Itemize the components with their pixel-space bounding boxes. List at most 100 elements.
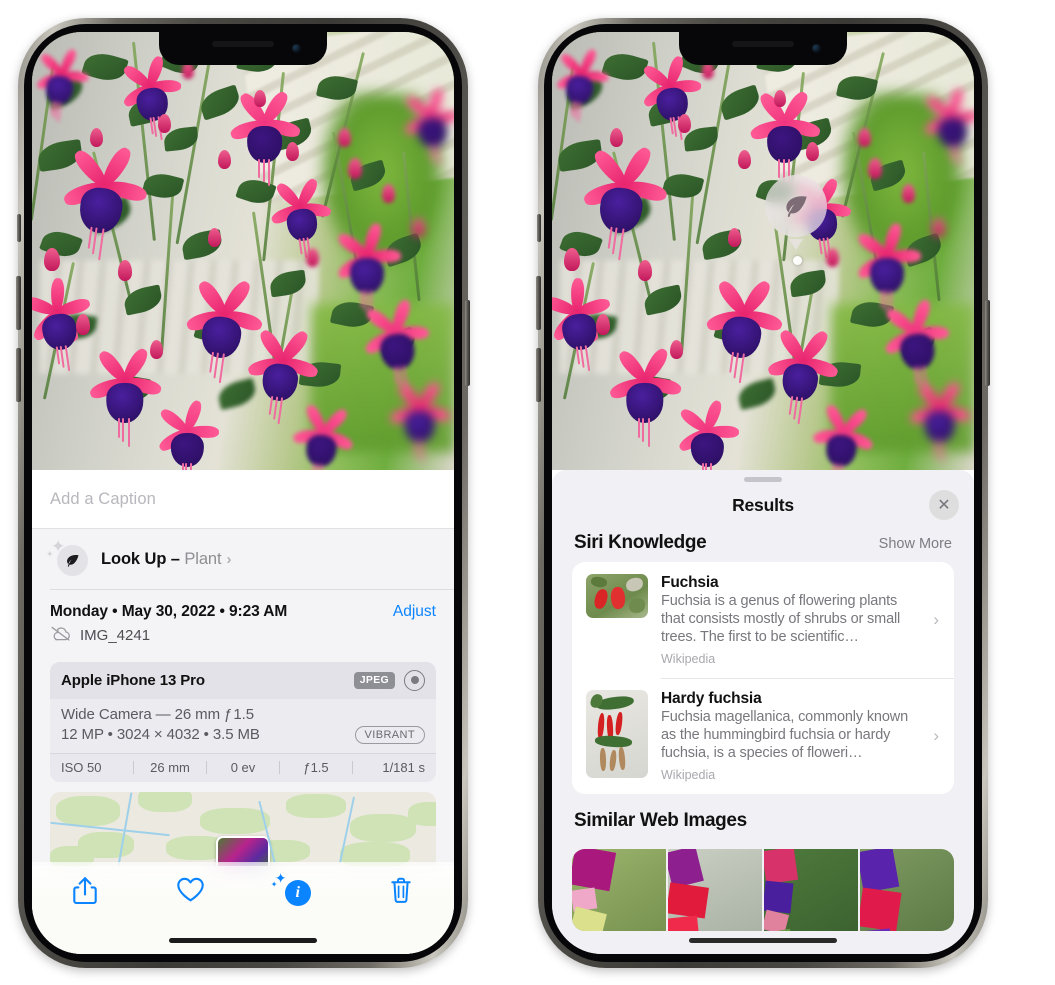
photographic-style-badge: VIBRANT <box>354 725 425 744</box>
siri-knowledge-header: Siri Knowledge Show More <box>552 528 974 562</box>
thumbnail-detail <box>599 748 606 772</box>
thumbnail-detail <box>624 576 645 593</box>
chevron-right-icon: › <box>933 609 939 629</box>
chevron-right-icon: › <box>933 726 939 746</box>
thumbnail-detail <box>668 882 710 920</box>
favorite-button[interactable] <box>138 876 244 908</box>
similar-web-images-header: Similar Web Images <box>552 794 974 840</box>
volume-down-button[interactable] <box>536 348 541 402</box>
screen-left: Add a Caption ✦ ✦ Look Up – Plant › Mond… <box>32 32 454 954</box>
volume-up-button[interactable] <box>536 276 541 330</box>
thumbnail-detail <box>618 746 627 770</box>
knowledge-card: Fuchsia Fuchsia is a genus of flowering … <box>572 562 954 795</box>
mute-switch[interactable] <box>17 214 21 242</box>
camera-card-body: Wide Camera — 26 mm ƒ 1.5 12 MP • 3024 ×… <box>50 698 436 753</box>
photo-viewer[interactable] <box>552 32 974 470</box>
thumbnail-detail <box>572 906 607 932</box>
look-up-text: Look Up – <box>101 549 185 568</box>
thumbnail-detail <box>592 587 610 611</box>
thumbnail-detail <box>590 574 608 589</box>
power-button[interactable] <box>465 300 470 386</box>
thumbnail-detail <box>764 909 789 932</box>
front-camera-icon <box>812 44 821 53</box>
knowledge-row[interactable]: Fuchsia Fuchsia is a genus of flowering … <box>572 562 954 678</box>
file-row: IMG_4241 <box>50 626 436 646</box>
lens-info: Wide Camera — 26 mm ƒ 1.5 <box>61 705 254 723</box>
notch <box>679 32 847 65</box>
metadata-header: Monday • May 30, 2022 • 9:23 AM Adjust <box>50 603 436 621</box>
thumbnail-detail <box>860 887 903 932</box>
map-terrain-patch <box>350 813 416 842</box>
share-icon <box>72 876 98 911</box>
mute-switch[interactable] <box>537 214 541 242</box>
thumbnail-detail <box>628 596 647 614</box>
map-terrain-patch <box>286 793 346 818</box>
map-terrain-patch <box>138 791 192 812</box>
visual-lookup-badge[interactable] <box>765 175 827 250</box>
sparkle-small-icon: ✦ <box>46 549 54 559</box>
map-terrain-patch <box>200 807 270 834</box>
knowledge-row[interactable]: Hardy fuchsia Fuchsia magellanica, commo… <box>572 678 954 794</box>
fuchsia-plant <box>552 32 974 470</box>
look-up-row[interactable]: ✦ ✦ Look Up – Plant › <box>32 529 454 589</box>
notch <box>159 32 327 65</box>
metadata-section: Monday • May 30, 2022 • 9:23 AM Adjust I… <box>32 589 454 654</box>
exif-focal: 26 mm <box>150 759 190 775</box>
info-glyph: i <box>284 880 311 906</box>
thumbnail-detail <box>860 849 900 894</box>
look-up-subject: Plant <box>184 549 222 568</box>
web-image-2-red-fuchsia-closeup[interactable] <box>668 849 762 932</box>
caption-input[interactable]: Add a Caption <box>32 470 454 528</box>
exif-iso: ISO 50 <box>61 759 102 775</box>
map-terrain-patch <box>78 831 134 858</box>
leaf-icon <box>57 545 88 576</box>
similar-images-strip[interactable] <box>572 849 954 932</box>
knowledge-source: Wikipedia <box>661 768 716 783</box>
home-indicator[interactable] <box>689 938 837 943</box>
caption-placeholder: Add a Caption <box>50 489 156 508</box>
volume-up-button[interactable] <box>16 276 21 330</box>
camera-device-name: Apple iPhone 13 Pro <box>61 671 205 689</box>
front-camera-icon <box>292 44 301 53</box>
results-title: Results <box>732 494 794 515</box>
knowledge-description: Fuchsia is a genus of flowering plants t… <box>661 593 901 645</box>
results-header: Results ✕ <box>552 482 974 528</box>
close-icon[interactable]: ✕ <box>929 490 959 520</box>
results-sheet: Results ✕ Siri Knowledge Show More Fuchs… <box>552 470 974 954</box>
capture-date: Monday • May 30, 2022 • 9:23 AM <box>50 602 288 620</box>
section-title: Siri Knowledge <box>574 532 707 553</box>
image-specs: 12 MP • 3024 × 4032 • 3.5 MB <box>61 726 260 743</box>
web-image-4-purple-red-fuchsia[interactable] <box>860 849 954 932</box>
iphone-device-left: Add a Caption ✦ ✦ Look Up – Plant › Mond… <box>16 18 470 968</box>
sparkle-small-icon: ✦ <box>270 880 278 889</box>
photo-viewer[interactable] <box>32 32 454 470</box>
fuchsia-plant <box>32 32 454 470</box>
map-photo-pin[interactable] <box>216 835 270 866</box>
web-image-1-magenta-fuchsia-leaves[interactable] <box>572 849 666 932</box>
exif-shutter: 1/181 s <box>382 759 425 775</box>
delete-button[interactable] <box>349 876 455 910</box>
fuchsia-red-flowers-thumbnail <box>586 574 648 618</box>
photo-location-map[interactable] <box>50 791 436 866</box>
specs-row: 12 MP • 3024 × 4032 • 3.5 MB VIBRANT <box>61 725 425 744</box>
camera-card-badges: JPEG <box>353 669 425 691</box>
home-indicator[interactable] <box>169 938 317 943</box>
heart-icon <box>176 876 205 908</box>
show-more-button[interactable]: Show More <box>879 536 952 552</box>
knowledge-title: Fuchsia <box>661 574 719 591</box>
map-terrain-patch <box>56 795 120 826</box>
cloud-slash-icon <box>50 626 71 646</box>
volume-down-button[interactable] <box>16 348 21 402</box>
web-image-3-fuchsia-bush-buds[interactable] <box>764 849 858 932</box>
power-button[interactable] <box>985 300 990 386</box>
earpiece-speaker <box>212 41 274 47</box>
adjust-button[interactable]: Adjust <box>393 603 436 621</box>
exif-row: ISO 50 26 mm 0 ev ƒ1.5 1/181 s <box>50 752 436 782</box>
share-button[interactable] <box>32 876 138 911</box>
thumbnail-detail <box>572 849 617 892</box>
visual-lookup-anchor-dot <box>793 256 802 265</box>
camera-info-card[interactable]: Apple iPhone 13 Pro JPEG Wide Camera — 2… <box>50 661 436 782</box>
info-button[interactable]: ✦ ✦ i <box>243 871 349 906</box>
thumbnail-detail <box>614 711 623 735</box>
look-up-icon-group: ✦ ✦ <box>46 538 88 576</box>
